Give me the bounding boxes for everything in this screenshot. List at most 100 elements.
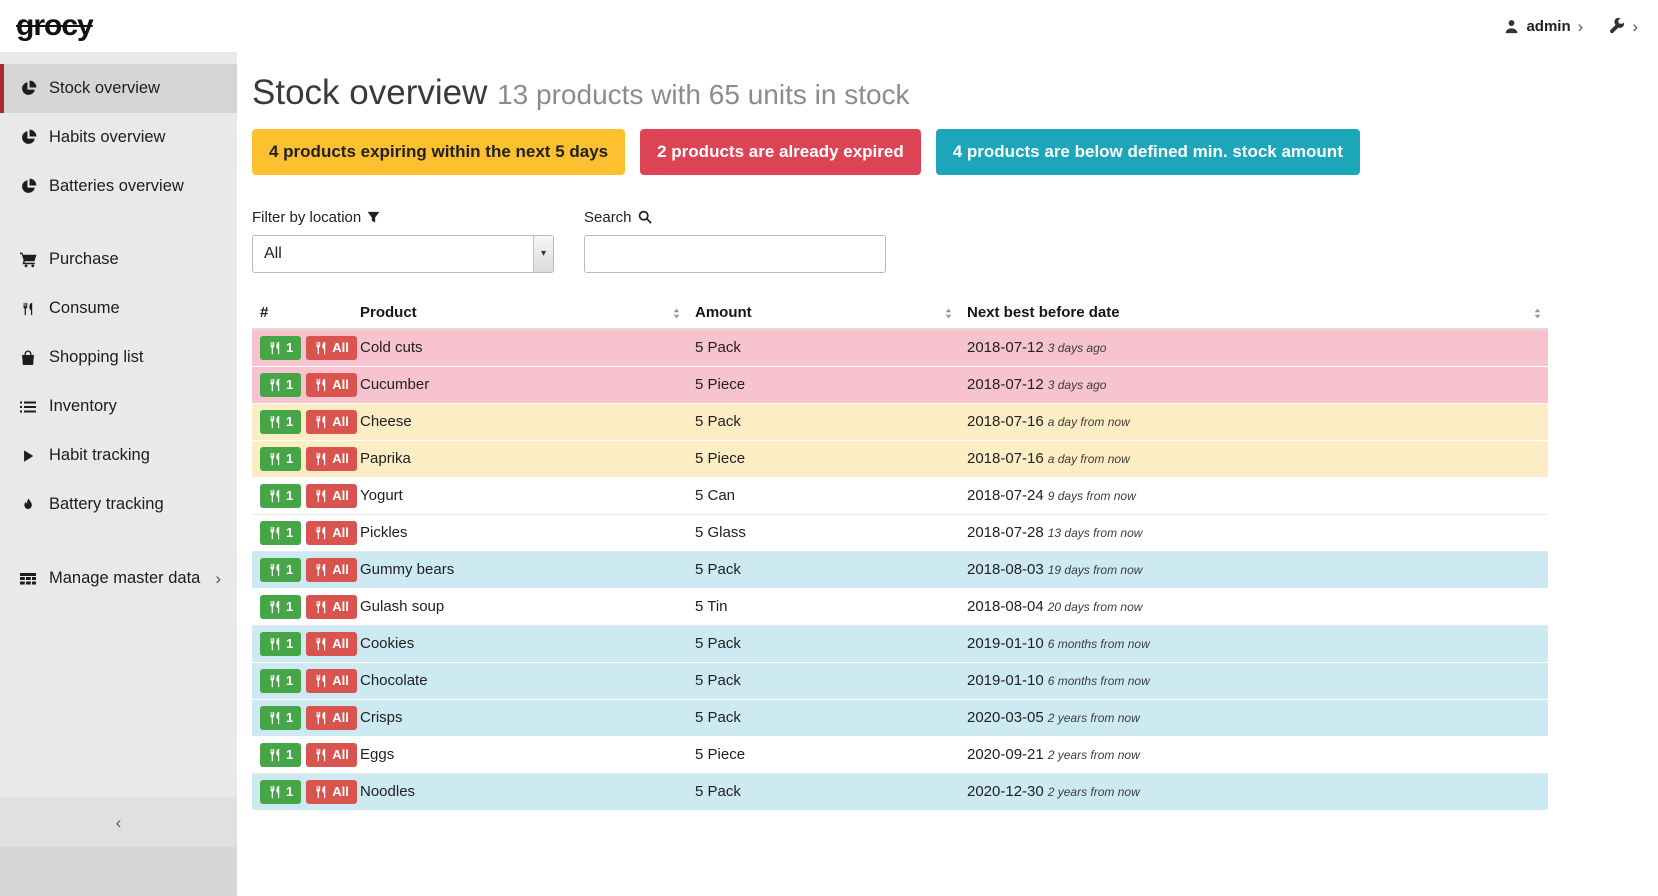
page-title: Stock overview 13 products with 65 units…	[252, 74, 1658, 113]
consume-one-button[interactable]: 1	[260, 558, 301, 582]
utensils-icon	[314, 563, 328, 577]
sidebar-item-label: Manage master data	[49, 569, 200, 588]
actions-cell: 1All	[252, 736, 352, 773]
filter-row: Filter by location All ▾ Search	[252, 209, 1658, 273]
topbar-right: admin › ›	[1504, 18, 1638, 35]
actions-cell: 1All	[252, 366, 352, 403]
filter-icon	[367, 211, 380, 224]
sidebar-item-manage-master-data[interactable]: Manage master data ›	[0, 553, 237, 604]
consume-one-label: 1	[286, 341, 293, 354]
utensils-icon	[314, 637, 328, 651]
table-row: 1AllCookies5 Pack2019-01-106 months from…	[252, 625, 1548, 662]
sidebar-item-consume[interactable]: Consume	[0, 284, 237, 333]
table-row: 1AllNoodles5 Pack2020-12-302 years from …	[252, 773, 1548, 810]
best-before-date: 2018-07-16a day from now	[959, 440, 1548, 477]
alert-below-min-stock[interactable]: 4 products are below defined min. stock …	[936, 129, 1360, 175]
utensils-icon	[268, 452, 282, 466]
consume-all-button[interactable]: All	[306, 706, 357, 730]
date-relative: a day from now	[1048, 452, 1130, 466]
sidebar-item-inventory[interactable]: Inventory	[0, 382, 237, 431]
consume-one-button[interactable]: 1	[260, 743, 301, 767]
consume-all-label: All	[332, 415, 349, 428]
column-header-date[interactable]: Next best before date	[959, 299, 1548, 329]
consume-all-button[interactable]: All	[306, 447, 357, 471]
consume-all-button[interactable]: All	[306, 595, 357, 619]
consume-one-button[interactable]: 1	[260, 410, 301, 434]
consume-all-button[interactable]: All	[306, 410, 357, 434]
sort-icon[interactable]	[670, 307, 683, 320]
consume-all-button[interactable]: All	[306, 521, 357, 545]
location-filter-value: All	[264, 245, 282, 263]
search-label: Search	[584, 209, 886, 226]
consume-all-button[interactable]: All	[306, 558, 357, 582]
date-relative: 20 days from now	[1048, 600, 1143, 614]
sidebar-item-label: Purchase	[49, 250, 119, 269]
stock-table-head: #ProductAmountNext best before date	[252, 299, 1548, 329]
utensils-icon	[314, 600, 328, 614]
sidebar-item-label: Battery tracking	[49, 495, 164, 514]
sidebar-item-purchase[interactable]: Purchase	[0, 235, 237, 284]
user-menu[interactable]: admin ›	[1504, 18, 1583, 35]
best-before-date: 2019-01-106 months from now	[959, 625, 1548, 662]
best-before-date: 2018-07-123 days ago	[959, 366, 1548, 403]
chevron-right-icon: ›	[215, 568, 221, 589]
consume-one-button[interactable]: 1	[260, 447, 301, 471]
consume-one-button[interactable]: 1	[260, 373, 301, 397]
utensils-icon	[268, 748, 282, 762]
sort-icon[interactable]	[942, 307, 955, 320]
consume-one-button[interactable]: 1	[260, 521, 301, 545]
date-value: 2018-07-24	[967, 487, 1044, 504]
alert-expiring[interactable]: 4 products expiring within the next 5 da…	[252, 129, 625, 175]
location-filter-select[interactable]: All ▾	[252, 235, 554, 273]
sidebar-item-shopping-list[interactable]: Shopping list	[0, 333, 237, 382]
utensils-icon	[314, 341, 328, 355]
column-header-product[interactable]: Product	[352, 299, 687, 329]
consume-all-button[interactable]: All	[306, 669, 357, 693]
sidebar-item-batteries-overview[interactable]: Batteries overview	[0, 162, 237, 211]
date-value: 2018-08-04	[967, 598, 1044, 615]
search-input[interactable]	[584, 235, 886, 273]
utensils-icon	[268, 341, 282, 355]
consume-one-button[interactable]: 1	[260, 780, 301, 804]
consume-one-button[interactable]: 1	[260, 484, 301, 508]
consume-all-label: All	[332, 600, 349, 613]
app-logo[interactable]: grocy	[16, 9, 93, 43]
sort-icon[interactable]	[1531, 307, 1544, 320]
table-row: 1AllEggs5 Piece2020-09-212 years from no…	[252, 736, 1548, 773]
column-header-amount[interactable]: Amount	[687, 299, 959, 329]
pie-chart-icon	[18, 129, 38, 146]
consume-one-button[interactable]: 1	[260, 706, 301, 730]
table-row: 1AllCheese5 Pack2018-07-16a day from now	[252, 403, 1548, 440]
date-relative: 6 months from now	[1048, 637, 1150, 651]
sidebar-item-stock-overview[interactable]: Stock overview	[0, 64, 237, 113]
consume-all-button[interactable]: All	[306, 373, 357, 397]
consume-all-button[interactable]: All	[306, 336, 357, 360]
consume-all-button[interactable]: All	[306, 484, 357, 508]
consume-one-button[interactable]: 1	[260, 336, 301, 360]
consume-all-button[interactable]: All	[306, 780, 357, 804]
best-before-date: 2020-09-212 years from now	[959, 736, 1548, 773]
sidebar-item-battery-tracking[interactable]: Battery tracking	[0, 480, 237, 529]
date-value: 2020-12-30	[967, 783, 1044, 800]
sidebar-item-habit-tracking[interactable]: Habit tracking	[0, 431, 237, 480]
consume-one-button[interactable]: 1	[260, 669, 301, 693]
consume-all-button[interactable]: All	[306, 632, 357, 656]
consume-all-button[interactable]: All	[306, 743, 357, 767]
consume-one-label: 1	[286, 785, 293, 798]
utensils-icon	[268, 674, 282, 688]
sidebar-item-habits-overview[interactable]: Habits overview	[0, 113, 237, 162]
sidebar-collapse-button[interactable]: ‹	[0, 797, 237, 847]
consume-one-button[interactable]: 1	[260, 595, 301, 619]
date-value: 2019-01-10	[967, 672, 1044, 689]
actions-cell: 1All	[252, 773, 352, 810]
utensils-icon	[268, 637, 282, 651]
settings-menu[interactable]: ›	[1609, 18, 1638, 35]
amount: 5 Tin	[687, 588, 959, 625]
best-before-date: 2018-07-249 days from now	[959, 477, 1548, 514]
actions-cell: 1All	[252, 662, 352, 699]
actions-cell: 1All	[252, 440, 352, 477]
table-row: 1AllGulash soup5 Tin2018-08-0420 days fr…	[252, 588, 1548, 625]
alert-expired[interactable]: 2 products are already expired	[640, 129, 921, 175]
date-value: 2020-09-21	[967, 746, 1044, 763]
consume-one-button[interactable]: 1	[260, 632, 301, 656]
